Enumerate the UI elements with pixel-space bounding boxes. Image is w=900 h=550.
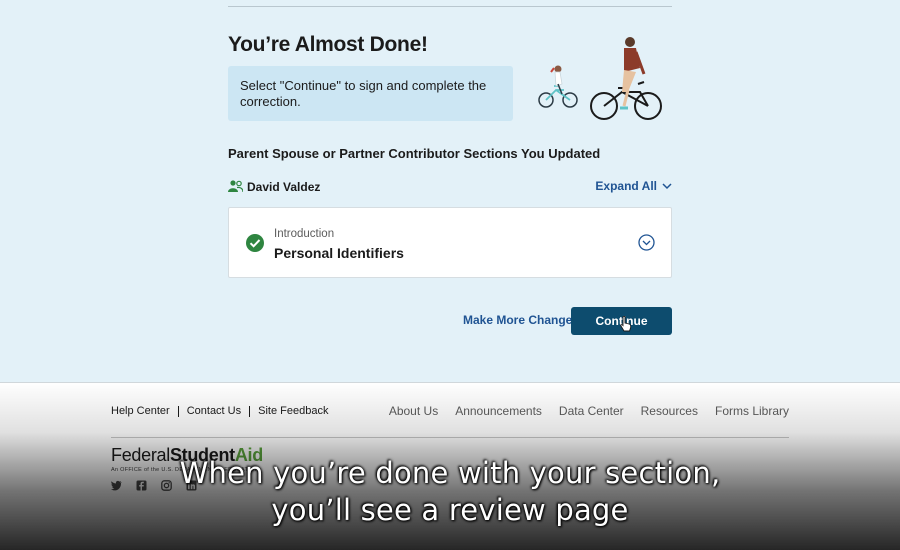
- announcements-link[interactable]: Announcements: [455, 404, 542, 418]
- forms-library-link[interactable]: Forms Library: [715, 404, 789, 418]
- expand-all-label: Expand All: [595, 179, 657, 193]
- section-heading: Parent Spouse or Partner Contributor Sec…: [228, 146, 601, 161]
- link-separator: [177, 405, 179, 417]
- footer-nav-links: About Us Announcements Data Center Resou…: [389, 404, 789, 418]
- link-separator: [249, 405, 251, 417]
- help-center-link[interactable]: Help Center: [111, 405, 170, 417]
- person-name: David Valdez: [247, 180, 321, 194]
- contact-us-link[interactable]: Contact Us: [187, 405, 241, 417]
- resources-link[interactable]: Resources: [641, 404, 698, 418]
- about-us-link[interactable]: About Us: [389, 404, 438, 418]
- make-more-changes-link[interactable]: Make More Changes: [463, 313, 579, 327]
- data-center-link[interactable]: Data Center: [559, 404, 624, 418]
- expand-all-link[interactable]: Expand All: [595, 179, 672, 193]
- chevron-down-icon: [662, 182, 672, 189]
- footer-divider: [111, 437, 789, 438]
- card-title: Personal Identifiers: [274, 245, 404, 261]
- site-feedback-link[interactable]: Site Feedback: [258, 405, 328, 417]
- caption-line-2: you’ll see a review page: [271, 493, 629, 527]
- mouse-pointer-icon: [620, 316, 632, 332]
- footer-utility-links: Help Center Contact Us Site Feedback: [111, 405, 328, 417]
- info-alert: Select "Continue" to sign and complete t…: [228, 66, 513, 121]
- card-label: Introduction: [274, 228, 335, 240]
- person-row: David Valdez Expand All: [228, 178, 672, 196]
- cyclists-illustration: [538, 37, 662, 120]
- section-card[interactable]: Introduction Personal Identifiers: [228, 207, 672, 278]
- page-title: You’re Almost Done!: [228, 33, 428, 56]
- top-divider: [228, 6, 672, 7]
- caption-line-1: When you’re done with your section,: [179, 456, 721, 490]
- expand-card-icon[interactable]: [638, 234, 655, 251]
- video-caption: When you’re done with your section, you’…: [0, 455, 900, 529]
- users-icon: [228, 180, 243, 192]
- check-circle-icon: [246, 234, 264, 252]
- main-content-area: You’re Almost Done! Select "Continue" to…: [0, 0, 900, 382]
